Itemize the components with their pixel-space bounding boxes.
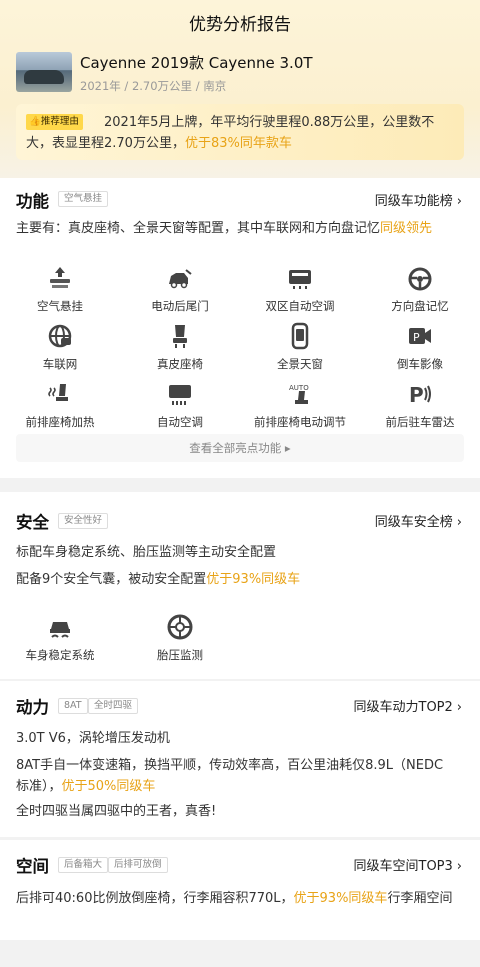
function-desc: 主要有：真皮座椅、全景天窗等配置，其中车联网和方向盘记忆同级领先 xyxy=(16,221,433,236)
safety-feature-item[interactable]: 车身稳定系统 xyxy=(0,613,120,663)
function-title: 功能 xyxy=(16,192,49,211)
space-line: 后排可40:60比例放倒座椅，行李厢容积770L，优于93%同级车行李厢空间 xyxy=(16,891,453,906)
car-thumbnail[interactable] xyxy=(16,52,72,92)
feature-item[interactable]: 空气悬挂 xyxy=(0,264,120,314)
safety-feature-label: 胎压监测 xyxy=(157,648,203,662)
parking-radar-icon: P xyxy=(406,380,434,408)
reason-tag: 👍推荐理由 xyxy=(26,114,83,130)
reason-text: 2021年5月上牌，年平均行驶里程0.88万公里，公里数不大，表显里程2.70万… xyxy=(26,115,435,151)
panoramic-sunroof-icon xyxy=(286,322,314,350)
chevron-right-icon: › xyxy=(456,515,462,530)
feature-label: 自动空调 xyxy=(157,415,203,429)
power-line-2: 8AT手自一体变速箱，换挡平顺，传动效率高，百公里油耗仅8.9L（NEDC标准）… xyxy=(16,758,444,794)
feature-item[interactable]: 方向盘记忆 xyxy=(360,264,480,314)
feature-label: 前后驻车雷达 xyxy=(385,415,455,429)
feature-label: 前排座椅电动调节 xyxy=(254,415,346,429)
steering-memory-icon xyxy=(406,264,434,292)
safety-rank-link[interactable]: 同级车安全榜 › xyxy=(375,511,462,530)
safety-feature-label: 车身稳定系统 xyxy=(25,648,95,662)
reverse-camera-icon: P xyxy=(406,322,434,350)
space-chip-1: 后排可放倒 xyxy=(108,857,168,873)
feature-item[interactable]: 车联网 xyxy=(0,322,120,372)
feature-label: 电动后尾门 xyxy=(151,299,209,313)
safety-chip: 安全性好 xyxy=(58,513,109,529)
svg-text:P: P xyxy=(413,331,420,344)
view-all-features-button[interactable]: 查看全部亮点功能 ▸ xyxy=(16,434,464,462)
function-card: 功能 空气悬挂 同级车功能榜 › 主要有：真皮座椅、全景天窗等配置，其中车联网和方… xyxy=(0,178,480,478)
auto-ac-icon xyxy=(166,380,194,408)
feature-label: 双区自动空调 xyxy=(265,299,335,313)
dual-zone-ac-icon xyxy=(286,264,314,292)
feature-item[interactable]: AUTO 前排座椅电动调节 xyxy=(240,380,360,430)
car-name: Cayenne 2019款 Cayenne 3.0T xyxy=(80,54,313,72)
feature-label: 前排座椅加热 xyxy=(25,415,95,429)
space-title: 空间 xyxy=(16,857,49,876)
feature-label: 倒车影像 xyxy=(397,357,443,371)
tire-pressure-icon xyxy=(166,613,194,641)
thumb-up-icon: 👍 xyxy=(29,116,41,127)
chevron-right-icon: › xyxy=(456,194,462,209)
reason-highlight: 优于83%同年款车 xyxy=(184,136,292,151)
feature-label: 全景天窗 xyxy=(277,357,323,371)
safety-card: 安全 安全性好 同级车安全榜 › 标配车身稳定系统、胎压监测等主动安全配置 配备9… xyxy=(0,492,480,679)
svg-text:AUTO: AUTO xyxy=(289,384,309,392)
feature-item[interactable]: 真皮座椅 xyxy=(120,322,240,372)
feature-label: 车联网 xyxy=(42,357,78,371)
page-title: 优势分析报告 xyxy=(189,15,291,35)
feature-label: 方向盘记忆 xyxy=(391,299,449,313)
power-title: 动力 xyxy=(16,698,49,717)
feature-item[interactable]: 双区自动空调 xyxy=(240,264,360,314)
power-line-3: 全时四驱当属四驱中的王者，真香! xyxy=(16,804,217,819)
power-card: 动力 8AT 全时四驱 同级车动力TOP2 › 3.0T V6，涡轮增压发动机 8… xyxy=(0,681,480,837)
air-suspension-icon xyxy=(46,264,74,292)
power-tailgate-icon xyxy=(166,264,194,292)
seat-heating-icon xyxy=(46,380,74,408)
header-area: 优势分析报告 Cayenne 2019款 Cayenne 3.0T 2021年 … xyxy=(0,0,480,178)
chevron-right-icon: › xyxy=(456,859,462,874)
power-seat-icon: AUTO xyxy=(286,380,314,408)
function-chip: 空气悬挂 xyxy=(58,191,109,207)
safety-title: 安全 xyxy=(16,513,49,532)
power-chip-1: 全时四驱 xyxy=(88,698,139,714)
feature-label: 空气悬挂 xyxy=(37,299,83,313)
safety-line-2: 配备9个安全气囊，被动安全配置优于93%同级车 xyxy=(16,572,301,587)
power-line-1: 3.0T V6，涡轮增压发动机 xyxy=(16,731,170,746)
chevron-right-icon: › xyxy=(456,700,462,715)
space-card: 空间 后备箱大 后排可放倒 同级车空间TOP3 › 后排可40:60比例放倒座椅，… xyxy=(0,840,480,940)
feature-item[interactable]: P 倒车影像 xyxy=(360,322,480,372)
power-chip-0: 8AT xyxy=(58,698,88,714)
feature-item[interactable]: 前排座椅加热 xyxy=(0,380,120,430)
safety-line-1: 标配车身稳定系统、胎压监测等主动安全配置 xyxy=(16,545,277,560)
leather-seat-icon xyxy=(166,322,194,350)
feature-item[interactable]: P 前后驻车雷达 xyxy=(360,380,480,430)
recommend-reason-box: 2021年5月上牌，年平均行驶里程0.88万公里，公里数不大，表显里程2.70万… xyxy=(16,104,464,160)
feature-item[interactable]: 全景天窗 xyxy=(240,322,360,372)
power-rank-link[interactable]: 同级车动力TOP2 › xyxy=(354,696,463,715)
feature-item[interactable]: 电动后尾门 xyxy=(120,264,240,314)
feature-label: 真皮座椅 xyxy=(157,357,203,371)
stability-control-icon xyxy=(46,613,74,641)
car-meta: 2021年 / 2.70万公里 / 南京 xyxy=(80,79,227,93)
connected-car-icon xyxy=(46,322,74,350)
function-rank-link[interactable]: 同级车功能榜 › xyxy=(375,190,462,209)
safety-feature-item[interactable]: 胎压监测 xyxy=(120,613,240,663)
feature-item[interactable]: 自动空调 xyxy=(120,380,240,430)
svg-text:P: P xyxy=(409,383,424,407)
space-rank-link[interactable]: 同级车空间TOP3 › xyxy=(354,855,463,874)
space-chip-0: 后备箱大 xyxy=(58,857,109,873)
